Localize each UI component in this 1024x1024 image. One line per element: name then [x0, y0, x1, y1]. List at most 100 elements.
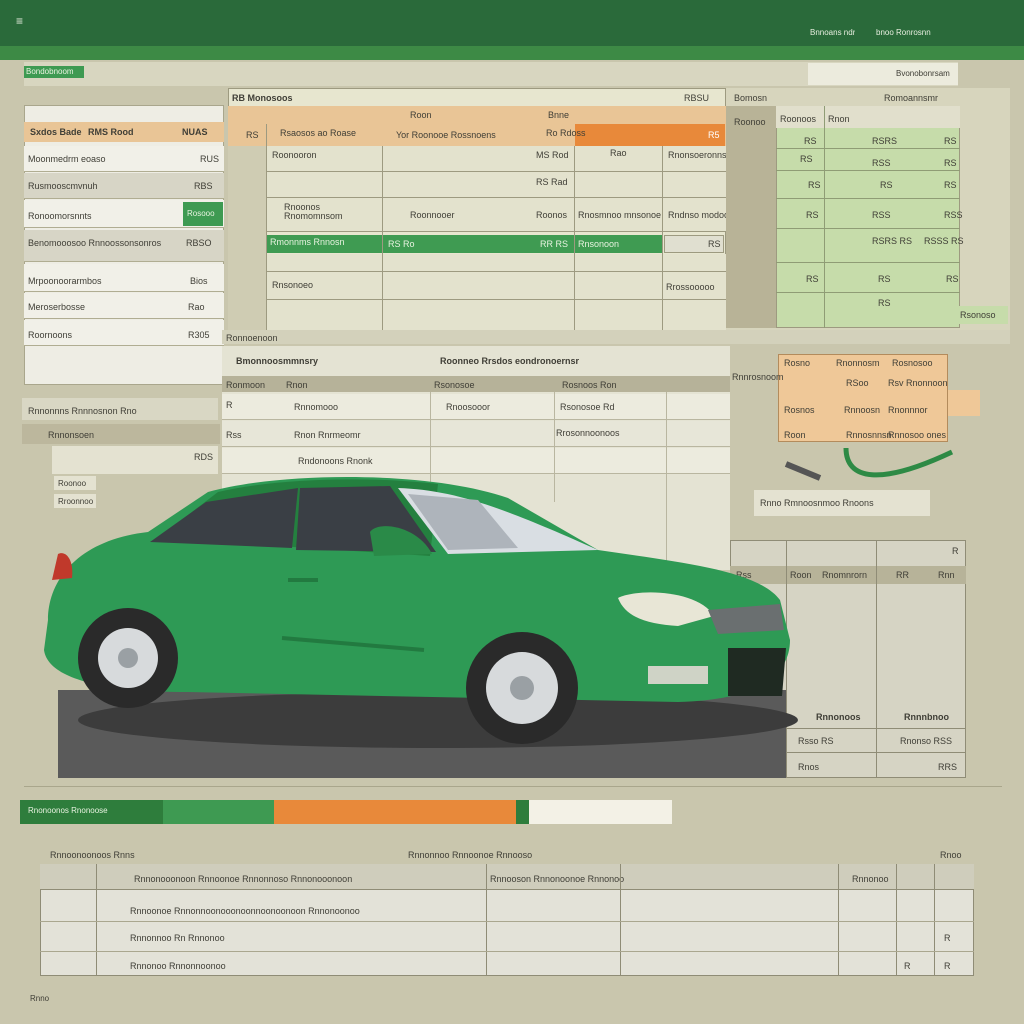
callout-cell: RSoo: [846, 378, 869, 388]
right-grid-top2: Romoannsmr: [884, 93, 939, 103]
column-header[interactable]: Bnne: [548, 110, 569, 120]
column-header[interactable]: Roonoos: [780, 114, 816, 124]
list-item-label: Moonmedrm eoaso: [28, 154, 106, 164]
grid-col-line: [824, 106, 825, 328]
table-cell: RSS: [872, 210, 891, 220]
list-item-label: Meroserbosse: [28, 302, 86, 312]
table-cell-accent: [575, 124, 725, 146]
grid-row-line: [776, 198, 960, 199]
lower-table-title-left: Bmonnoosmmnsry: [236, 356, 319, 366]
table-cell: Yor Roonooe Rossnoens: [396, 130, 496, 140]
main-grid-footer: [222, 330, 1010, 344]
column-header[interactable]: Rnomnrorn: [822, 570, 867, 580]
grid-col-line: [838, 864, 839, 976]
header-right-label: Bvonobonrsam: [896, 69, 950, 78]
list-item-value: R305: [188, 330, 210, 340]
column-header[interactable]: Rnon: [828, 114, 850, 124]
column-header[interactable]: Rnon: [286, 380, 308, 390]
table-row[interactable]: [266, 254, 726, 272]
table-cell: R: [226, 400, 233, 410]
table-cell: RS: [806, 274, 819, 284]
topnav-link-1[interactable]: Bnnoans ndr: [810, 28, 855, 37]
grid-row-line: [786, 752, 966, 753]
main-grid-title: RB Monosoos: [232, 93, 293, 103]
menu-icon[interactable]: ≡: [16, 14, 23, 28]
callout-cell: Rnnosnnsn: [846, 430, 892, 440]
table-cell: RS: [808, 180, 821, 190]
list-item-label: Rusmooscmvnuh: [28, 181, 98, 191]
grid-col-line: [382, 146, 383, 330]
list-item-label: Ronoomorsnnts: [28, 211, 92, 221]
table-cell: RSS: [872, 158, 891, 168]
right-lower-header: R: [952, 546, 959, 556]
progress-segment: [274, 800, 516, 824]
column-header[interactable]: Roon: [410, 110, 432, 120]
row-gutter: [228, 146, 266, 330]
bottom-title-right: Rnoo: [940, 850, 962, 860]
progress-segment: [163, 800, 275, 824]
column-header[interactable]: Rnnooson Rnnonoonoe Rnnonoo: [490, 874, 624, 884]
table-cell: RS: [804, 136, 817, 146]
summary-cell: RRS: [938, 762, 958, 772]
left-panel-header-3: NUAS: [182, 127, 208, 137]
table-row[interactable]: [40, 951, 974, 952]
callout-cell: Rnnoosn: [844, 405, 881, 415]
list-item-label: Mrpoonoorarmbos: [28, 276, 102, 286]
table-cell: RS Ro: [388, 239, 415, 249]
table-cell: Rnoonos Rnomomnsom: [284, 203, 343, 221]
topnav-link-2[interactable]: bnoo Ronrosnn: [876, 28, 931, 37]
right-grid-rowhead: [726, 106, 776, 328]
table-cell: Rrossooooo: [666, 282, 715, 292]
progress-segment: [528, 800, 575, 824]
table-cell: Rnsonoon: [578, 239, 620, 249]
column-header[interactable]: Roonoo: [734, 117, 766, 127]
grid-col-line: [96, 864, 97, 976]
table-row[interactable]: [266, 300, 726, 330]
summary-cell: Rsso RS: [798, 736, 834, 746]
table-row[interactable]: [266, 172, 726, 198]
grid-row-line: [776, 170, 960, 171]
callout-cell: Rnnosoo ones: [888, 430, 947, 440]
column-header[interactable]: Rsonosoe: [434, 380, 475, 390]
column-header[interactable]: Rnnonoo: [852, 874, 889, 884]
table-row[interactable]: [40, 921, 974, 922]
status-badge-label: Rosooo: [187, 209, 215, 218]
column-header[interactable]: RR: [896, 570, 909, 580]
table-row[interactable]: [266, 146, 726, 172]
grid-col-line: [574, 146, 575, 330]
right-grid-top: Bomosn: [734, 93, 768, 103]
table-cell: RS: [880, 180, 893, 190]
table-cell: Rss: [226, 430, 242, 440]
column-header[interactable]: Ronmoon: [226, 380, 265, 390]
grid-row-line: [776, 228, 960, 229]
cable-connector-icon: [784, 447, 954, 481]
column-header[interactable]: Rnnonooonoon Rnnoonoe Rnnonnoso Rnnonooo…: [134, 874, 352, 884]
table-cell: Rndnso modoos: [668, 210, 734, 220]
table-cell: Rnosmnoo mnsonoe: [578, 210, 662, 220]
callout-side-tab[interactable]: [948, 390, 980, 416]
page-footer: Rnno: [30, 994, 50, 1003]
table-cell: Rnsonoeo: [272, 280, 314, 290]
table-row[interactable]: [266, 272, 726, 300]
table-cell: Rnnomooo: [294, 402, 339, 412]
table-cell: Rnnonoo Rnnonnoonoo: [130, 961, 226, 971]
table-cell: Rnnoonoe Rnnonnoonooonoonnoonoonoon Rnno…: [130, 906, 360, 916]
grid-col-line: [620, 864, 621, 976]
table-cell: RSS: [944, 210, 963, 220]
table-cell: RSRS RS: [872, 236, 913, 246]
summary-cell: Rnos: [798, 762, 820, 772]
grid-col-line: [934, 864, 935, 976]
table-cell: MS Rod: [536, 150, 569, 160]
main-grid-title-right: RBSU: [684, 93, 710, 103]
table-cell: RS: [946, 274, 959, 284]
list-item-value: RUS: [200, 154, 220, 164]
title-bar-accent: [0, 46, 1024, 60]
grid-row-line: [776, 262, 960, 263]
table-cell: RS: [944, 180, 957, 190]
column-header[interactable]: Rosnoos Ron: [562, 380, 617, 390]
table-cell: R5: [708, 130, 720, 140]
column-header[interactable]: Rnn: [938, 570, 955, 580]
table-cell: RS: [246, 130, 259, 140]
progress-segment: [515, 800, 529, 824]
grid-row-line: [776, 292, 960, 293]
